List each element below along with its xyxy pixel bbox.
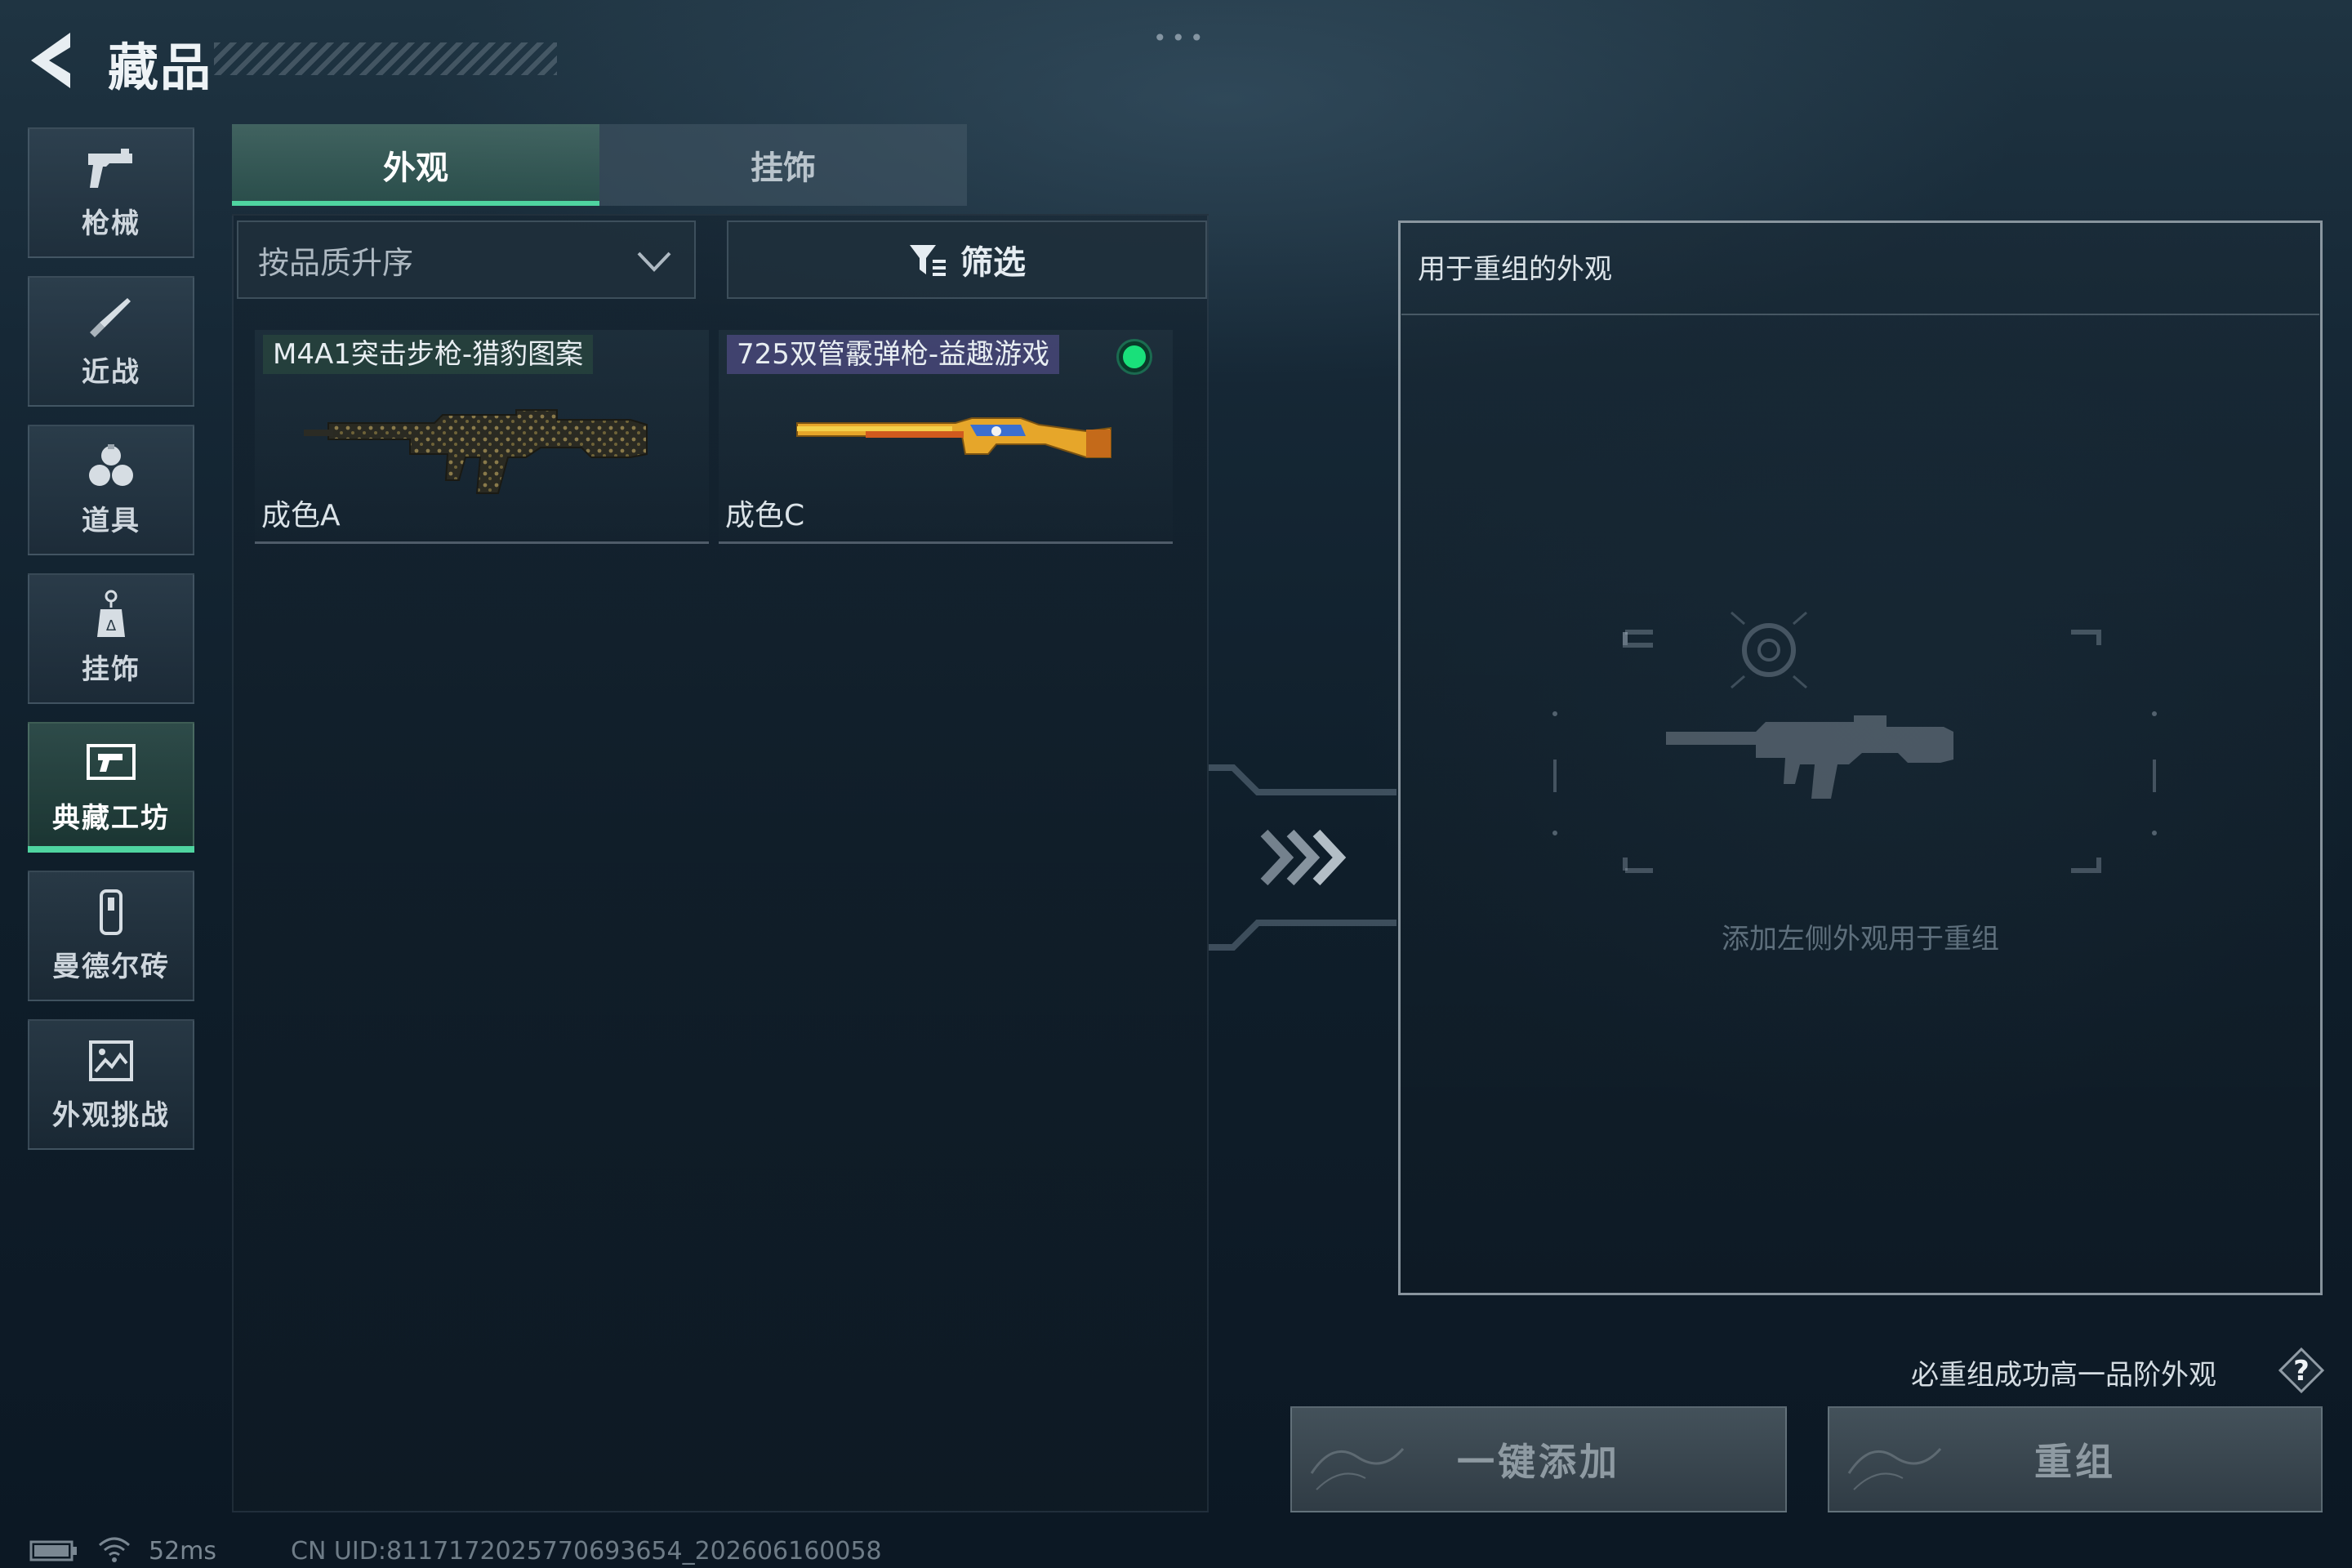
recombine-panel-title: 用于重组的外观: [1418, 253, 1612, 286]
charm-icon: Δ: [82, 590, 140, 639]
tab-charm[interactable]: 挂饰: [599, 124, 967, 206]
add-all-label: 一键添加: [1457, 1440, 1620, 1484]
shotgun-image: [796, 417, 1111, 458]
back-button[interactable]: [24, 29, 82, 91]
help-icon[interactable]: ?: [2277, 1346, 2326, 1395]
recombine-label: 重组: [2034, 1440, 2116, 1484]
wifi-icon: [99, 1537, 130, 1562]
svg-text:Δ: Δ: [106, 617, 117, 635]
skin-name: 725双管霰弹枪-益趣游戏: [727, 335, 1060, 374]
page-title: 藏品: [108, 38, 213, 97]
title-decoration: [214, 42, 557, 75]
skin-grade: 成色A: [261, 499, 341, 532]
back-arrow-icon: [31, 33, 70, 88]
filter-button[interactable]: 筛选: [727, 220, 1207, 299]
sidebar-item-workshop[interactable]: 典藏工坊: [28, 722, 194, 853]
divider: [1401, 314, 2319, 315]
user-uid: CN UID:8117172025770693654_202606160058: [291, 1537, 882, 1566]
card-underline: [719, 541, 1173, 544]
workshop-icon: [82, 740, 140, 787]
skin-card[interactable]: 725双管霰弹枪-益趣游戏 成色C: [719, 330, 1173, 544]
sidebar-item-label: 外观挑战: [52, 1098, 170, 1132]
sort-label: 按品质升序: [258, 244, 414, 281]
sidebar-item-label: 道具: [82, 504, 140, 537]
tab-skin[interactable]: 外观: [232, 124, 599, 206]
transfer-arrow-icon: [1209, 764, 1396, 951]
mandel-brick-icon: [82, 889, 140, 936]
slot-guide-ticks: [1552, 711, 2157, 835]
svg-text:?: ?: [2293, 1355, 2310, 1388]
sidebar-item-mandel-brick[interactable]: 曼德尔砖: [28, 871, 194, 1001]
challenge-icon: [82, 1037, 140, 1085]
card-underline: [255, 541, 709, 544]
recombine-hint: 必重组成功高一品阶外观: [1911, 1359, 2216, 1392]
sidebar-item-label: 枪械: [82, 207, 140, 240]
sort-dropdown[interactable]: 按品质升序: [237, 220, 696, 299]
sidebar-item-label: 典藏工坊: [52, 801, 170, 835]
map-texture-icon: [1847, 1448, 1942, 1490]
tab-bar: 外观 挂饰: [232, 124, 967, 206]
add-all-button[interactable]: 一键添加: [1290, 1406, 1787, 1512]
filter-icon: [910, 245, 946, 276]
chevron-down-icon: [637, 252, 671, 272]
sidebar-item-label: 挂饰: [82, 653, 140, 686]
rifle-image: [304, 409, 648, 494]
empty-slot-hint: 添加左侧外观用于重组: [1722, 923, 1999, 956]
sidebar-item-label: 曼德尔砖: [52, 950, 170, 983]
more-dots-icon: •••: [1153, 24, 1209, 51]
knife-icon: [82, 294, 140, 341]
battery-icon: [29, 1540, 77, 1561]
filter-label: 筛选: [960, 244, 1026, 282]
sidebar-item-label: 近战: [82, 355, 140, 389]
sidebar-item-skin-challenge[interactable]: 外观挑战: [28, 1019, 194, 1150]
skin-name: M4A1突击步枪-猎豹图案: [263, 335, 594, 374]
skin-grade: 成色C: [725, 499, 805, 532]
skin-card[interactable]: M4A1突击步枪-猎豹图案 成色A: [255, 330, 709, 544]
sidebar-item-charms[interactable]: Δ 挂饰: [28, 573, 194, 704]
recombine-button[interactable]: 重组: [1828, 1406, 2323, 1512]
sidebar-item-guns[interactable]: 枪械: [28, 127, 194, 258]
selected-indicator: [1119, 341, 1150, 372]
ping-readout: 52ms: [149, 1537, 217, 1566]
pistol-icon: [82, 145, 140, 193]
sidebar-item-melee[interactable]: 近战: [28, 276, 194, 407]
grenades-icon: [82, 443, 140, 490]
map-texture-icon: [1310, 1448, 1405, 1490]
sidebar-item-props[interactable]: 道具: [28, 425, 194, 555]
